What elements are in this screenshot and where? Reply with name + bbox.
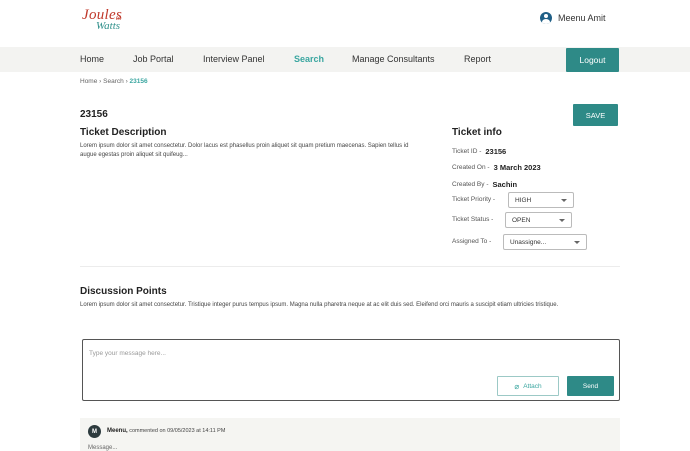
nav-item-job-portal[interactable]: Job Portal [133,54,174,64]
comment-avatar: M [88,425,101,438]
nav-item-interview-panel[interactable]: Interview Panel [203,54,265,64]
nav-item-manage-consultants[interactable]: Manage Consultants [352,54,435,64]
ticket-status-label: Ticket Status - [452,216,494,223]
comment-item: M Meenu, commented on 09/05/2023 at 14:1… [80,418,620,451]
breadcrumb-separator: › [99,78,102,85]
user-name: Meenu Amit [558,13,606,23]
comment-author: Meenu, [107,428,128,434]
section-divider [80,266,620,267]
attach-label: Attach [523,382,542,390]
created-on-row: Created On - 3 March 2023 [452,163,541,172]
assigned-to-select[interactable]: Unassigne... [503,234,587,250]
ticket-priority-select[interactable]: HIGH [508,192,574,208]
created-by-row: Created By - Sachin [452,180,517,189]
logo-text-line2: Watts [96,20,121,32]
ticket-id-heading: 23156 [80,109,108,120]
top-bar: Joules to Watts Meenu Amit [0,0,690,46]
chevron-down-icon [559,218,565,222]
created-on-value: 3 March 2023 [493,163,541,172]
discussion-text: Lorem ipsum dolor sit amet consectetur. … [80,302,559,308]
ticket-id-value: 23156 [485,147,507,156]
assigned-to-value: Unassigne... [510,238,547,246]
ticket-status-row: Ticket Status - [452,216,493,223]
created-by-label: Created By - [452,181,489,188]
chevron-down-icon [574,240,580,244]
ticket-status-select[interactable]: OPEN [505,212,572,228]
attach-button[interactable]: ⌀ Attach [497,376,559,396]
nav-item-search[interactable]: Search [294,54,324,64]
ticket-description-title: Ticket Description [80,127,167,138]
ticket-priority-value: HIGH [515,196,532,204]
ticket-priority-label: Ticket Priority - [452,196,496,203]
breadcrumb-home[interactable]: Home [80,78,97,85]
ticket-status-value: OPEN [512,216,531,224]
paperclip-icon: ⌀ [514,381,520,391]
created-on-label: Created On - [452,164,490,171]
message-composer: ⌀ Attach Send [82,339,620,401]
chevron-down-icon [561,198,567,202]
breadcrumb-current: 23156 [129,78,148,85]
breadcrumb-separator: › [125,78,128,85]
ticket-id-label: Ticket ID - [452,148,482,155]
ticket-id-row: Ticket ID - 23156 [452,147,506,156]
nav-item-report[interactable]: Report [464,54,491,64]
created-by-value: Sachin [492,180,518,189]
message-input[interactable] [89,347,609,359]
logout-button[interactable]: Logout [566,48,619,72]
comment-body: Message... [88,445,118,451]
nav-item-home[interactable]: Home [80,54,104,64]
assigned-to-row: Assigned To - [452,238,491,245]
breadcrumb-search[interactable]: Search [103,78,124,85]
save-button[interactable]: SAVE [573,104,618,126]
ticket-description-text: Lorem ipsum dolor sit amet consectetur. … [80,143,409,158]
ticket-info-title: Ticket info [452,127,502,138]
user-avatar-icon [540,12,552,24]
discussion-title: Discussion Points [80,286,167,297]
logo-text-sup: to [116,14,122,22]
assigned-to-label: Assigned To - [452,238,492,245]
comment-timestamp: commented on 09/05/2023 at 14:11 PM [129,428,226,434]
breadcrumb: Home › Search › 23156 [80,78,148,85]
ticket-priority-row: Ticket Priority - [452,196,495,203]
brand-logo[interactable]: Joules to Watts [82,8,122,32]
send-button[interactable]: Send [567,376,614,396]
user-menu[interactable]: Meenu Amit [540,12,606,24]
comment-meta: Meenu, commented on 09/05/2023 at 14:11 … [107,428,225,434]
